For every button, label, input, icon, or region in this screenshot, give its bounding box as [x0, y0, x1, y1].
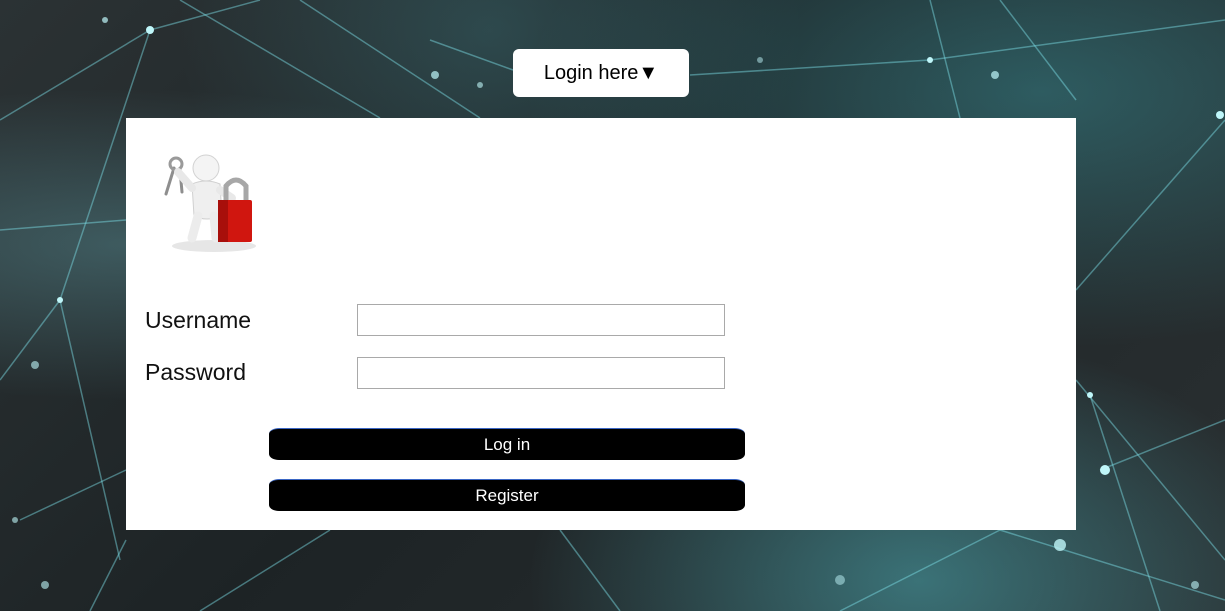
user-with-keys-and-padlock-icon [164, 154, 256, 252]
login-button[interactable]: Log in [269, 428, 745, 460]
login-here-toggle-button[interactable]: Login here▼ [513, 49, 689, 97]
password-input[interactable] [357, 357, 725, 389]
username-input[interactable] [357, 304, 725, 336]
password-label: Password [145, 359, 246, 385]
username-label: Username [145, 307, 252, 333]
register-button[interactable]: Register [269, 479, 745, 511]
login-panel: Username Password Log in Register [126, 118, 1076, 530]
